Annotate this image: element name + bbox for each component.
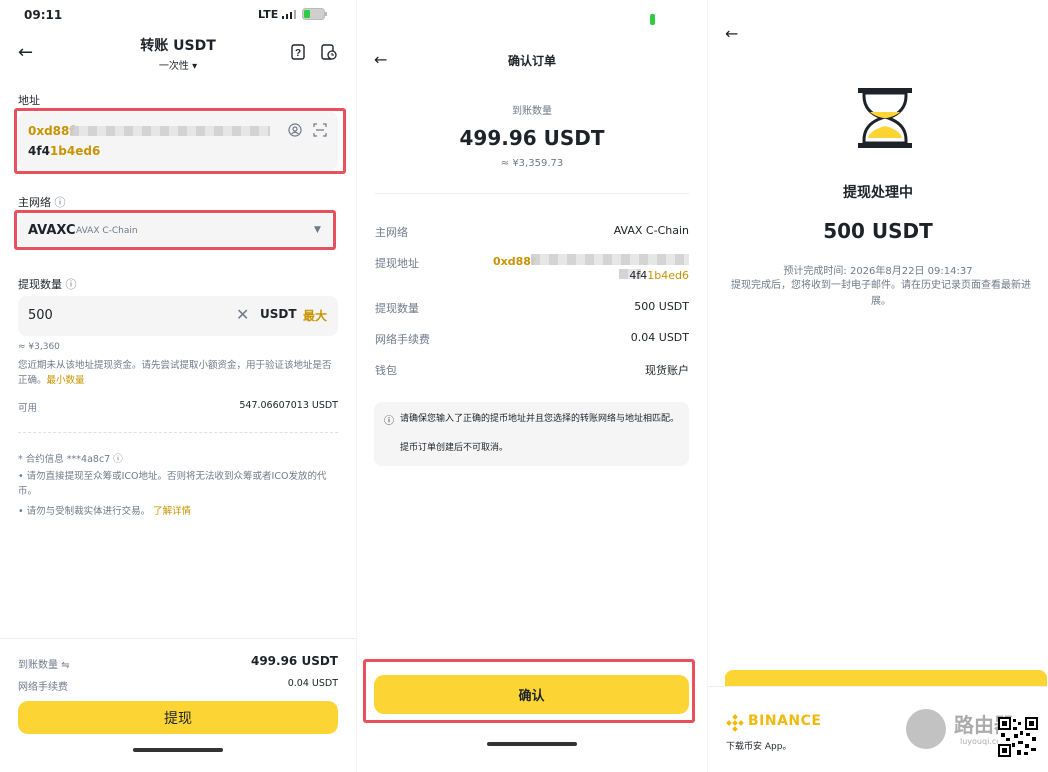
receive-value: 499.96 USDT <box>250 654 338 668</box>
hourglass-icon <box>856 86 914 150</box>
sanction-tip: • 请勿与受制裁实体进行交易。 了解详情 <box>18 503 191 517</box>
binance-footer: BINANCE 下载币安 App。 路由器 luyouqi.com <box>708 686 1048 772</box>
download-text: 下载币安 App。 <box>726 742 792 752</box>
amount-label: 提现数量 <box>375 302 419 315</box>
sanction-text: • 请勿与受制裁实体进行交易。 <box>18 506 151 517</box>
eta-label: 预计完成时间: <box>783 266 847 277</box>
swap-icon: ⇋ <box>61 660 70 671</box>
network-label: 主网络 <box>375 226 408 239</box>
warning-box: ⓘ 请确保您输入了正确的提币地址并且您选择的转账网络与地址相匹配。 提币订单创建… <box>374 402 689 466</box>
receive-label-text: 到账数量 <box>18 660 58 671</box>
status-indicator <box>650 14 655 25</box>
info-icon: ⓘ <box>113 454 123 465</box>
network-highlight <box>14 210 336 250</box>
available-value: 547.06607013 USDT <box>239 400 338 411</box>
confirm-order-screen: ← 确认订单 到账数量 499.96 USDT ≈ ¥3,359.73 主网络 … <box>357 0 707 772</box>
status-network: LTE <box>258 8 279 21</box>
mode-label: 一次性 <box>158 61 189 72</box>
wallet-label: 钱包 <box>375 364 397 377</box>
fee-value: 0.04 USDT <box>630 331 689 344</box>
address-suffix: 4f41b4ed6 <box>507 269 689 282</box>
address-highlight <box>14 108 346 174</box>
amount-label: 提现数量 ⓘ <box>18 276 77 292</box>
amount-value: 500 USDT <box>634 300 689 313</box>
fee-label: 网络手续费 <box>375 333 430 346</box>
help-icon[interactable]: ? <box>291 44 305 60</box>
min-amount-link[interactable]: 最小数量 <box>47 375 85 386</box>
receive-label: 到账数量 ⇋ <box>18 656 70 671</box>
withdraw-processing-screen: ← 提现处理中 500 USDT 预计完成时间: 2026年8月22日 09:1… <box>708 0 1048 772</box>
binance-brand: BINANCE <box>748 713 822 729</box>
amount-value: 500 <box>28 308 53 323</box>
receive-approx: ≈ ¥3,359.73 <box>500 158 564 169</box>
available-label: 可用 <box>18 403 38 414</box>
wallet-value: 现货账户 <box>645 364 689 377</box>
network-value: AVAX C-Chain <box>613 224 689 237</box>
qr-code-icon <box>998 717 1038 757</box>
battery-icon <box>302 8 328 20</box>
withdraw-button[interactable]: 提现 <box>18 701 338 734</box>
receive-label: 到账数量 <box>512 106 552 117</box>
binance-logo-icon <box>726 714 744 732</box>
home-indicator <box>133 748 223 752</box>
amount-approx: ≈ ¥3,360 <box>18 342 60 352</box>
fee-label: 网络手续费 <box>18 682 68 693</box>
page-title: 确认订单 <box>507 54 556 68</box>
email-note: 提现完成后，您将收到一封电子邮件。请在历史记录页面查看最新进展。 <box>731 280 1031 307</box>
address-blur <box>531 254 689 265</box>
status-title: 提现处理中 <box>843 185 913 201</box>
back-arrow-icon[interactable]: ← <box>725 24 738 43</box>
caret-down-icon: ▾ <box>192 61 198 72</box>
amount-input[interactable]: 500 ✕ USDT 最大 <box>18 296 338 336</box>
signal-icon <box>282 10 296 19</box>
withdraw-form-screen: 09:11 LTE ← 转账 USDT 一次性 ▾ ? 地址 0xd88f 4f… <box>0 0 356 772</box>
info-icon: ⓘ <box>65 278 77 291</box>
eta-value: 2026年8月22日 09:14:37 <box>849 266 973 277</box>
contract-info: * 合约信息 ***4a8c7 ⓘ <box>18 451 123 465</box>
eta: 预计完成时间: 2026年8月22日 09:14:37 <box>708 262 1048 277</box>
divider <box>18 432 338 433</box>
fee-value: 0.04 USDT <box>287 678 338 689</box>
action-button[interactable] <box>725 670 1047 686</box>
status-time: 09:11 <box>24 8 63 22</box>
address-suffix-gold: 1b4ed6 <box>647 269 689 282</box>
max-button[interactable]: 最大 <box>303 307 327 324</box>
address-suffix-plain: 4f4 <box>629 269 648 282</box>
confirm-highlight <box>363 659 695 723</box>
withdraw-amount: 500 USDT <box>823 219 933 243</box>
verify-notice: 您近期未从该地址提现资金。请先尝试提取小额资金，用于验证该地址是否正确。最小数量 <box>18 358 340 388</box>
network-label-text: 主网络 <box>18 196 51 209</box>
amount-unit: USDT <box>260 307 297 321</box>
info-icon: ⓘ <box>54 196 66 209</box>
history-icon[interactable] <box>321 44 337 60</box>
footer-divider <box>0 638 356 639</box>
address-label: 地址 <box>18 94 40 107</box>
address-label: 提现地址 <box>375 257 419 270</box>
warning-text-2: 提币订单创建后不可取消。 <box>400 443 509 453</box>
receive-amount: 499.96 USDT <box>459 126 605 150</box>
amount-label-text: 提现数量 <box>18 278 62 291</box>
address-prefix: 0xd88f <box>493 255 536 268</box>
contract-text: * 合约信息 ***4a8c7 <box>18 454 111 465</box>
network-label: 主网络 ⓘ <box>18 194 66 210</box>
warning-text: 请确保您输入了正确的提币地址并且您选择的转账网络与地址相匹配。 <box>400 414 680 424</box>
ico-tip: • 请勿直接提现至众筹或ICO地址。否则将无法收到众筹或者ICO发放的代币。 <box>18 471 327 497</box>
warning-icon: ⓘ <box>384 416 394 427</box>
learn-more-link[interactable]: 了解详情 <box>153 506 191 517</box>
divider <box>375 193 689 194</box>
svg-text:?: ? <box>295 48 301 59</box>
watermark-logo-icon <box>906 709 946 749</box>
clear-icon[interactable]: ✕ <box>236 305 249 324</box>
home-indicator <box>487 742 577 746</box>
